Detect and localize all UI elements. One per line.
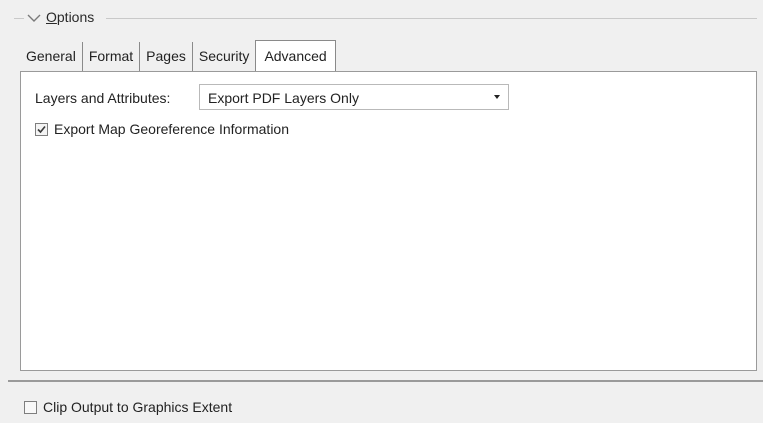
options-group-header: Options	[0, 0, 763, 36]
clip-output-option[interactable]: Clip Output to Graphics Extent	[24, 399, 232, 415]
tab-pages[interactable]: Pages	[140, 42, 193, 71]
dropdown-arrow-icon[interactable]	[494, 95, 500, 99]
options-tab-strip: General Format Pages Security Advanced	[20, 40, 336, 73]
tab-general[interactable]: General	[20, 42, 83, 71]
checkmark-icon	[37, 125, 46, 133]
layers-attributes-value: Export PDF Layers Only	[208, 90, 359, 106]
options-title-mnemonic: O	[46, 9, 57, 25]
clip-output-label: Clip Output to Graphics Extent	[43, 399, 233, 415]
clip-output-checkbox[interactable]	[24, 400, 37, 414]
export-georeference-label: Export Map Georeference Information	[54, 121, 290, 137]
layers-attributes-label: Layers and Attributes:	[35, 90, 171, 106]
tab-format[interactable]: Format	[83, 42, 141, 71]
chevron-down-icon[interactable]	[26, 10, 42, 26]
options-title[interactable]: Options	[46, 9, 94, 25]
tab-advanced[interactable]: Advanced	[255, 40, 336, 73]
export-georeference-checkbox[interactable]	[35, 122, 48, 136]
group-line-right	[106, 18, 757, 19]
layers-attributes-dropdown[interactable]: Export PDF Layers Only	[199, 84, 509, 110]
group-line-left	[14, 18, 24, 19]
bottom-divider	[8, 380, 763, 382]
export-georeference-option[interactable]: Export Map Georeference Information	[35, 121, 289, 137]
advanced-tab-panel: Layers and Attributes: Export PDF Layers…	[20, 71, 757, 371]
tab-security[interactable]: Security	[193, 42, 256, 71]
options-title-rest: ptions	[56, 9, 95, 25]
